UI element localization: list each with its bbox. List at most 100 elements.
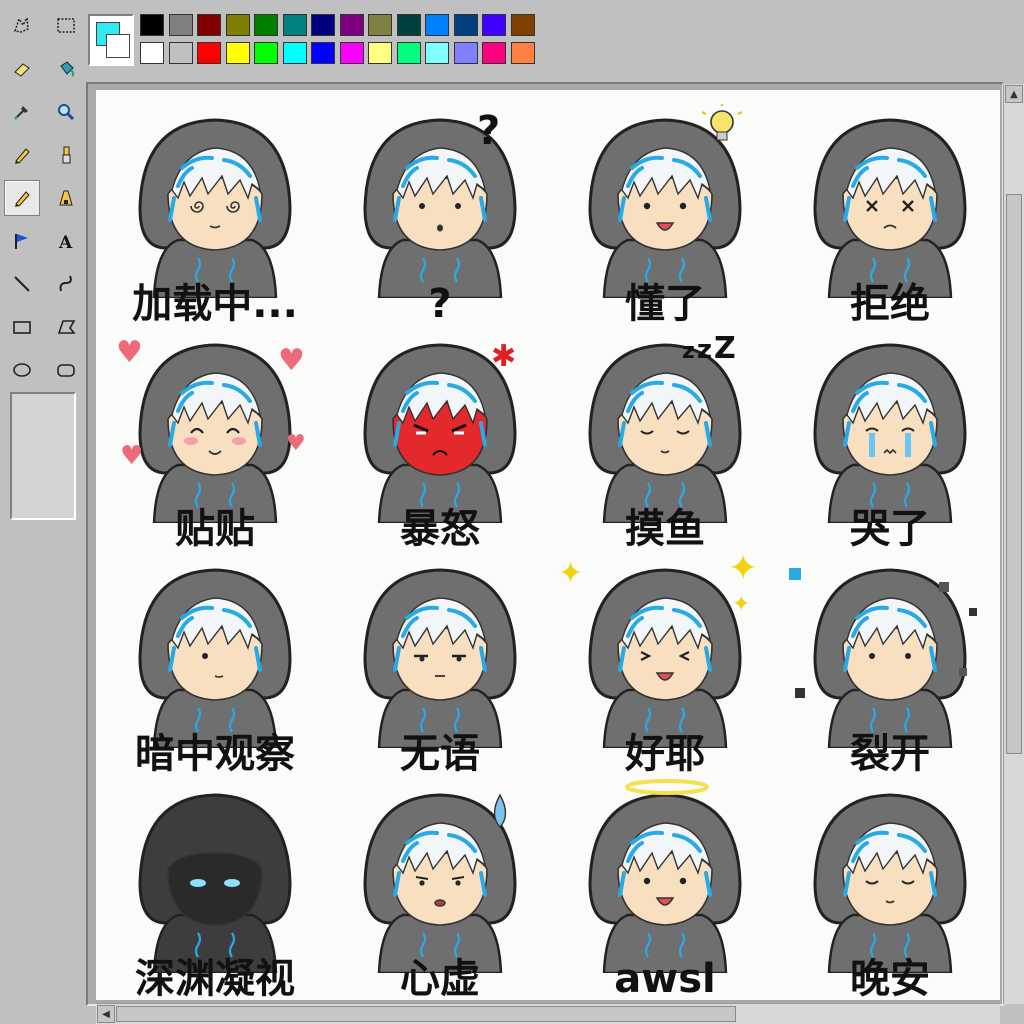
sticker-caption: awsl — [614, 956, 716, 1002]
palette-swatch[interactable] — [339, 42, 364, 64]
sticker-cell: zzZ 摸鱼 — [552, 323, 778, 552]
color-palette — [88, 10, 535, 70]
zzz-icon: zzZ — [682, 331, 738, 366]
ellipse-icon[interactable] — [4, 352, 40, 388]
anger-mark-icon: ✱ — [491, 339, 517, 374]
sticker-cell: 无语 — [327, 548, 553, 777]
sparkle-icon: ✦ — [558, 556, 584, 591]
sticker-cell: ?? — [327, 98, 553, 327]
sticker-cell: 深渊凝视 — [102, 773, 328, 1002]
polygon-icon[interactable] — [48, 309, 84, 345]
palette-swatch[interactable] — [396, 14, 421, 36]
sticker-cell: ✦ ✦ ✦ 好耶 — [552, 548, 778, 777]
sticker-cell: awsl — [552, 773, 778, 1002]
color-picker-icon[interactable] — [4, 94, 40, 130]
sticker-caption: 加载中... — [132, 281, 298, 327]
sticker-caption: 暴怒 — [400, 506, 480, 552]
sticker-cell: ✱ 暴怒 — [327, 323, 553, 552]
pencil-icon[interactable] — [4, 180, 40, 216]
tool-options-box[interactable] — [10, 392, 76, 520]
sticker-caption: 深渊凝视 — [135, 956, 295, 1002]
sticker-caption: 无语 — [400, 731, 480, 777]
heart-icon: ♥ — [278, 343, 305, 378]
palette-swatch[interactable] — [453, 42, 478, 64]
palette-swatch[interactable] — [225, 14, 250, 36]
free-select-icon[interactable] — [4, 8, 40, 44]
eraser-icon[interactable] — [4, 51, 40, 87]
palette-swatch[interactable] — [140, 42, 164, 64]
heart-icon: ♥ — [120, 441, 144, 471]
palette-swatch[interactable] — [396, 42, 421, 64]
sticker-caption: 暗中观察 — [135, 731, 295, 777]
sticker-cell: 裂开 — [777, 548, 1003, 777]
palette-swatch[interactable] — [311, 42, 335, 64]
airbrush-icon[interactable] — [48, 180, 84, 216]
sticker-caption: 心虚 — [400, 956, 480, 1002]
palette-swatch[interactable] — [510, 14, 535, 36]
current-colors[interactable] — [88, 14, 134, 66]
palette-swatch[interactable] — [425, 14, 449, 36]
horizontal-scrollbar[interactable]: ◀ — [96, 1003, 1000, 1024]
sticker-cell: 哭了 — [777, 323, 1003, 552]
sticker-caption: 裂开 — [850, 731, 930, 777]
curve-icon[interactable] — [48, 266, 84, 302]
palette-swatch[interactable] — [368, 14, 392, 36]
vertical-scrollbar[interactable]: ▲ — [1003, 84, 1024, 1004]
palette-swatch[interactable] — [453, 14, 478, 36]
sticker-cell: 心虚 — [327, 773, 553, 1002]
flag-icon[interactable] — [4, 223, 40, 259]
palette-swatch[interactable] — [225, 42, 250, 64]
drawing-canvas[interactable]: 加载中... ?? 懂了 拒绝 ♥ ♥ ♥ ♥ 贴贴 ✱ 暴怒 zzZ 摸鱼 哭… — [96, 90, 1003, 1002]
palette-swatch[interactable] — [368, 42, 392, 64]
palette-swatch[interactable] — [282, 42, 307, 64]
palette-swatch[interactable] — [197, 42, 221, 64]
svg-text:A: A — [58, 233, 73, 252]
sticker-caption: 摸鱼 — [625, 506, 705, 552]
background-color-swatch[interactable] — [106, 34, 130, 58]
rect-select-icon[interactable] — [48, 8, 84, 44]
scroll-up-arrow-icon[interactable]: ▲ — [1005, 85, 1023, 103]
palette-swatch[interactable] — [168, 14, 193, 36]
palette-swatch[interactable] — [425, 42, 449, 64]
sticker-caption: 懂了 — [625, 281, 705, 327]
sticker-caption: 贴贴 — [175, 506, 255, 552]
palette-swatch[interactable] — [168, 42, 193, 64]
fill-bucket-icon[interactable] — [48, 51, 84, 87]
sticker-caption: 晚安 — [850, 956, 930, 1002]
question-mark-icon: ? — [477, 108, 501, 154]
palette-swatch[interactable] — [339, 14, 364, 36]
rounded-rectangle-icon[interactable] — [48, 352, 84, 388]
heart-icon: ♥ — [116, 335, 143, 370]
brush-icon[interactable] — [48, 137, 84, 173]
sticker-caption: 哭了 — [850, 506, 930, 552]
vertical-scroll-thumb[interactable] — [1006, 194, 1022, 754]
rectangle-icon[interactable] — [4, 309, 40, 345]
scroll-left-arrow-icon[interactable]: ◀ — [97, 1005, 115, 1023]
palette-swatch[interactable] — [510, 42, 535, 64]
sticker-caption: 拒绝 — [850, 281, 930, 327]
palette-swatch[interactable] — [197, 14, 221, 36]
palette-swatch[interactable] — [254, 42, 278, 64]
line-icon[interactable] — [4, 266, 40, 302]
heart-icon: ♥ — [286, 431, 306, 456]
sticker-cell: ♥ ♥ ♥ ♥ 贴贴 — [102, 323, 328, 552]
sticker-cell: 晚安 — [777, 773, 1003, 1002]
palette-swatch[interactable] — [482, 42, 506, 64]
sticker-cell: 暗中观察 — [102, 548, 328, 777]
palette-swatch[interactable] — [140, 14, 164, 36]
sticker-cell: 拒绝 — [777, 98, 1003, 327]
palette-swatch[interactable] — [311, 14, 335, 36]
sparkle-icon: ✦ — [728, 548, 759, 589]
text-icon[interactable]: A — [48, 223, 84, 259]
sticker-cell: 懂了 — [552, 98, 778, 327]
sparkle-icon: ✦ — [732, 592, 751, 617]
sticker-cell: 加载中... — [102, 98, 328, 327]
pencil-icon[interactable] — [4, 137, 40, 173]
sticker-caption: 好耶 — [625, 731, 705, 777]
palette-swatch[interactable] — [482, 14, 506, 36]
palette-swatch[interactable] — [254, 14, 278, 36]
sticker-caption: ? — [428, 281, 452, 327]
horizontal-scroll-thumb[interactable] — [116, 1006, 736, 1022]
palette-swatch[interactable] — [282, 14, 307, 36]
magnifier-icon[interactable] — [48, 94, 84, 130]
